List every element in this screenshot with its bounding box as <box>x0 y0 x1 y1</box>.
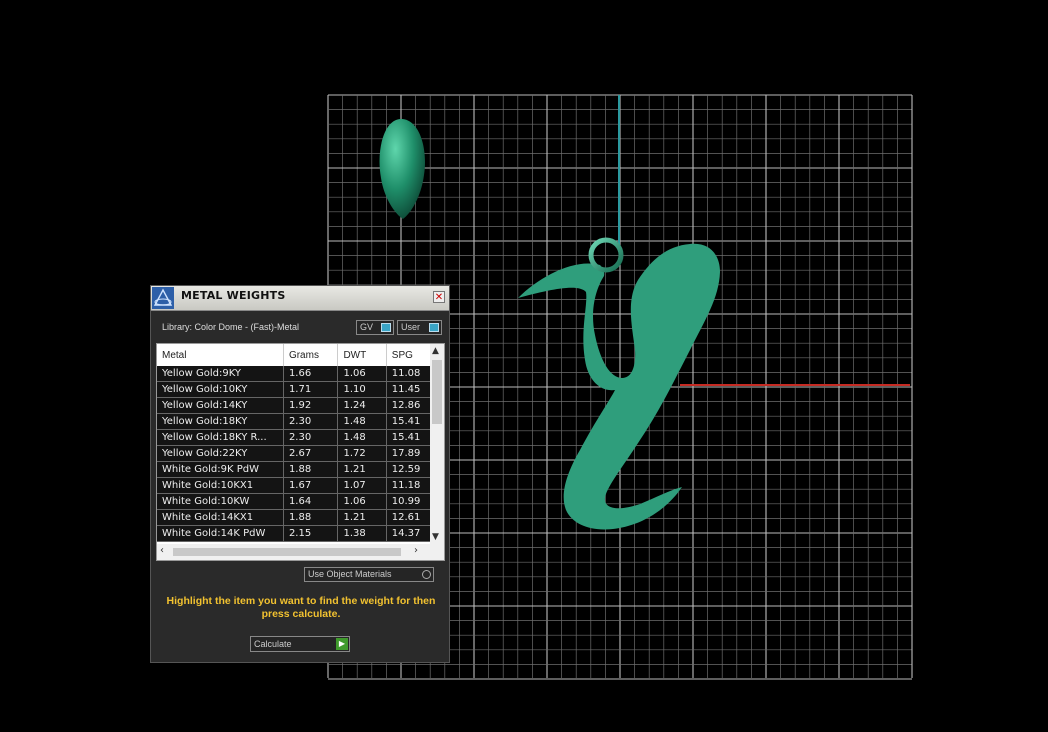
metal-table: Metal Grams DWT SPG Yellow Gold:9KY 1.66 1… <box>156 343 445 561</box>
cell-grams: 2.30 <box>283 413 339 430</box>
cell-metal: White Gold:14K PdW <box>157 525 284 542</box>
cell-spg: 10.99 <box>386 493 432 510</box>
table-row[interactable]: Yellow Gold:10KY 1.71 1.10 11.45 <box>157 381 432 398</box>
cell-dwt: 1.48 <box>337 413 387 430</box>
table-row[interactable]: Yellow Gold:18KY R... 2.30 1.48 15.41 <box>157 429 432 446</box>
cell-spg: 15.41 <box>386 413 432 430</box>
cell-spg: 15.41 <box>386 429 432 446</box>
cell-grams: 1.92 <box>283 397 339 414</box>
cell-spg: 12.59 <box>386 461 432 478</box>
user-toggle[interactable]: User <box>397 320 442 335</box>
scroll-up-icon[interactable]: ▲ <box>432 346 439 356</box>
gv-toggle[interactable]: GV <box>356 320 394 335</box>
horizontal-scroll-thumb[interactable] <box>173 548 401 556</box>
cell-grams: 1.66 <box>283 366 339 382</box>
table-header-row: Metal Grams DWT SPG <box>157 344 432 366</box>
column-header-metal[interactable]: Metal <box>157 344 284 366</box>
cell-metal: White Gold:10KW <box>157 493 284 510</box>
cell-metal: White Gold:9K PdW <box>157 461 284 478</box>
table-row[interactable]: Yellow Gold:9KY 1.66 1.06 11.08 <box>157 366 432 382</box>
cell-grams: 1.67 <box>283 477 339 494</box>
vertical-scrollbar[interactable]: ▲ ▼ <box>430 344 444 544</box>
cell-spg: 17.89 <box>386 445 432 462</box>
toggle-knob-icon <box>429 323 439 332</box>
radio-knob-icon <box>422 570 431 579</box>
close-button[interactable]: ✕ <box>433 291 445 303</box>
column-header-spg[interactable]: SPG <box>386 344 432 366</box>
cell-dwt: 1.07 <box>337 477 387 494</box>
column-header-dwt[interactable]: DWT <box>337 344 387 366</box>
scroll-right-icon[interactable]: › <box>414 545 418 556</box>
cell-dwt: 1.72 <box>337 445 387 462</box>
table-row[interactable]: White Gold:9K PdW 1.88 1.21 12.59 <box>157 461 432 478</box>
user-toggle-label: User <box>401 322 421 332</box>
table-row[interactable]: White Gold:10KW 1.64 1.06 10.99 <box>157 493 432 510</box>
cell-grams: 1.64 <box>283 493 339 510</box>
jump-ring-model[interactable] <box>588 237 624 273</box>
table-row[interactable]: Yellow Gold:22KY 2.67 1.72 17.89 <box>157 445 432 462</box>
table-row[interactable]: White Gold:14K PdW 2.15 1.38 14.37 <box>157 525 432 542</box>
cell-metal: Yellow Gold:14KY <box>157 397 284 414</box>
app-logo-icon <box>152 287 174 309</box>
use-object-materials-toggle[interactable]: Use Object Materials <box>304 567 434 582</box>
close-icon: ✕ <box>434 292 444 303</box>
cell-spg: 11.18 <box>386 477 432 494</box>
cell-dwt: 1.06 <box>337 493 387 510</box>
cell-metal: Yellow Gold:22KY <box>157 445 284 462</box>
table-row[interactable]: White Gold:10KX1 1.67 1.07 11.18 <box>157 477 432 494</box>
panel-title: METAL WEIGHTS <box>181 289 286 302</box>
cell-grams: 1.71 <box>283 381 339 398</box>
cell-dwt: 1.38 <box>337 525 387 542</box>
cell-dwt: 1.48 <box>337 429 387 446</box>
vertical-scroll-thumb[interactable] <box>432 360 442 424</box>
cell-metal: White Gold:14KX1 <box>157 509 284 526</box>
cell-dwt: 1.06 <box>337 366 387 382</box>
gv-toggle-label: GV <box>360 322 374 332</box>
cell-metal: Yellow Gold:18KY <box>157 413 284 430</box>
table-row[interactable]: Yellow Gold:14KY 1.92 1.24 12.86 <box>157 397 432 414</box>
cell-grams: 2.67 <box>283 445 339 462</box>
metal-weights-panel: METAL WEIGHTS ✕ Library: Color Dome - (F… <box>150 285 450 663</box>
cell-dwt: 1.21 <box>337 509 387 526</box>
horizontal-scrollbar[interactable]: ‹ › <box>157 544 444 560</box>
play-icon: ▶ <box>336 638 348 650</box>
cell-metal: Yellow Gold:9KY <box>157 366 284 382</box>
instructions-text: Highlight the item you want to find the … <box>166 595 436 620</box>
calculate-label: Calculate <box>254 639 292 649</box>
cell-dwt: 1.21 <box>337 461 387 478</box>
table-row[interactable]: White Gold:14KX1 1.88 1.21 12.61 <box>157 509 432 526</box>
panel-titlebar[interactable]: METAL WEIGHTS ✕ <box>151 286 449 311</box>
scroll-down-icon[interactable]: ▼ <box>432 532 439 542</box>
calculate-button[interactable]: Calculate ▶ <box>250 636 350 652</box>
cell-metal: Yellow Gold:10KY <box>157 381 284 398</box>
cell-grams: 1.88 <box>283 461 339 478</box>
cell-spg: 12.61 <box>386 509 432 526</box>
cell-metal: White Gold:10KX1 <box>157 477 284 494</box>
cell-grams: 2.30 <box>283 429 339 446</box>
cell-dwt: 1.10 <box>337 381 387 398</box>
cell-spg: 11.08 <box>386 366 432 382</box>
cell-dwt: 1.24 <box>337 397 387 414</box>
column-header-grams[interactable]: Grams <box>283 344 339 366</box>
scroll-left-icon[interactable]: ‹ <box>160 545 164 556</box>
cell-spg: 14.37 <box>386 525 432 542</box>
cell-grams: 2.15 <box>283 525 339 542</box>
library-label: Library: Color Dome - (Fast)-Metal <box>162 322 300 332</box>
cell-metal: Yellow Gold:18KY R... <box>157 429 284 446</box>
toggle-knob-icon <box>381 323 391 332</box>
table-row[interactable]: Yellow Gold:18KY 2.30 1.48 15.41 <box>157 413 432 430</box>
cell-grams: 1.88 <box>283 509 339 526</box>
cell-spg: 11.45 <box>386 381 432 398</box>
cell-spg: 12.86 <box>386 397 432 414</box>
use-object-materials-label: Use Object Materials <box>308 569 392 579</box>
